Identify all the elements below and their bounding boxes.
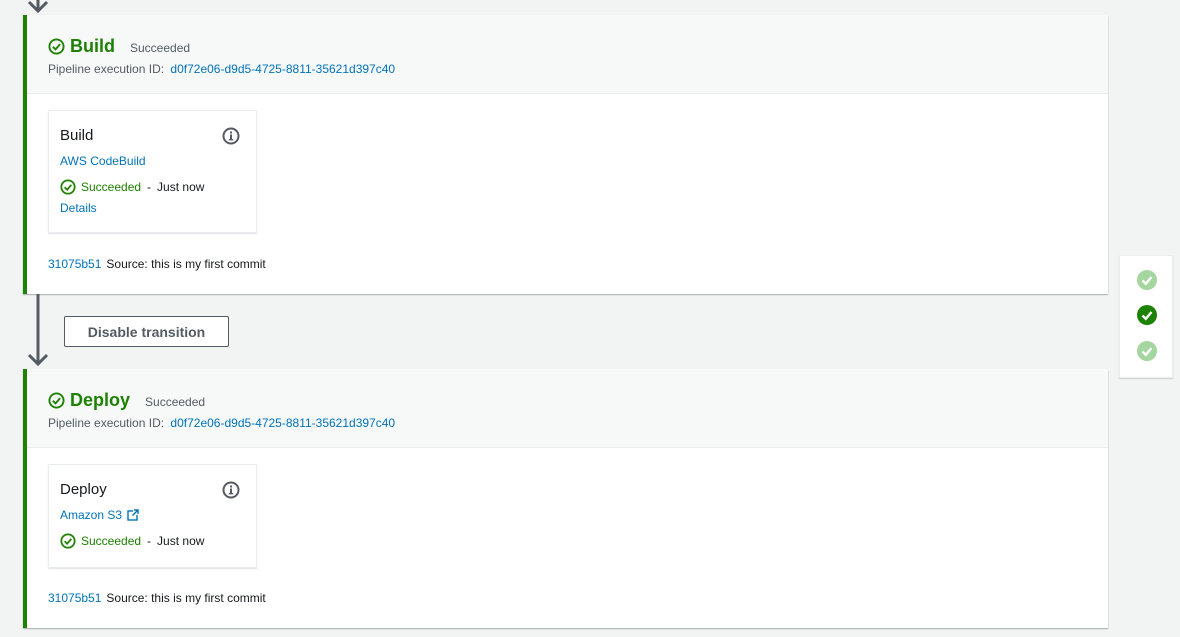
arrow-down-icon [27,0,49,14]
external-link-icon [127,509,140,521]
check-circle-icon[interactable] [1136,304,1158,326]
commit-row: 31075b51 Source: this is my first commit [48,257,266,271]
execution-id-label: Pipeline execution ID: [48,62,165,76]
stage-status: Succeeded [145,395,206,409]
stage-header: Build Succeeded Pipeline execution ID: d… [27,15,1108,94]
action-card-deploy: Deploy Amazon S3 Succeeded - Just now [48,464,257,568]
check-circle-icon[interactable] [1136,269,1158,291]
execution-id-row: Pipeline execution ID: d0f72e06-d9d5-472… [48,62,1108,76]
commit-message: Source: this is my first commit [106,591,266,605]
stage-header: Deploy Succeeded Pipeline execution ID: … [27,369,1108,448]
stage-status: Succeeded [130,41,191,55]
stage-title: Build [70,35,115,56]
provider-label: AWS CodeBuild [60,154,146,168]
details-link[interactable]: Details [60,201,256,215]
stage-title: Deploy [70,389,131,410]
check-circle-icon [60,533,76,549]
execution-id-label: Pipeline execution ID: [48,416,165,430]
action-status: Succeeded - Just now [60,179,256,195]
status-separator: - [147,534,152,548]
commit-id-link[interactable]: 31075b51 [48,257,101,271]
stage-deploy: Deploy Succeeded Pipeline execution ID: … [23,369,1108,628]
stage-minimap [1119,255,1173,378]
action-card-build: Build AWS CodeBuild Succeeded - Just now… [48,110,257,233]
execution-id-link[interactable]: d0f72e06-d9d5-4725-8811-35621d397c40 [170,62,395,76]
commit-id-link[interactable]: 31075b51 [48,591,101,605]
commit-message: Source: this is my first commit [106,257,266,271]
stage-build: Build Succeeded Pipeline execution ID: d… [23,15,1108,294]
action-status: Succeeded - Just now [60,533,256,549]
action-status-text: Succeeded [81,180,142,194]
action-status-text: Succeeded [81,534,142,548]
check-circle-icon [60,179,76,195]
info-icon[interactable] [222,481,240,499]
status-separator: - [147,180,152,194]
arrow-down-icon [27,294,49,367]
info-icon[interactable] [222,127,240,145]
disable-transition-button[interactable]: Disable transition [64,316,229,347]
check-circle-icon [48,391,65,409]
check-circle-icon [48,37,65,55]
commit-row: 31075b51 Source: this is my first commit [48,591,266,605]
provider-link[interactable]: Amazon S3 [60,508,256,522]
action-time: Just now [157,534,205,548]
execution-id-link[interactable]: d0f72e06-d9d5-4725-8811-35621d397c40 [170,416,395,430]
provider-link[interactable]: AWS CodeBuild [60,154,256,168]
execution-id-row: Pipeline execution ID: d0f72e06-d9d5-472… [48,416,1108,430]
action-time: Just now [157,180,205,194]
check-circle-icon[interactable] [1136,340,1158,362]
provider-label: Amazon S3 [60,508,123,522]
pipeline-view: Build Succeeded Pipeline execution ID: d… [0,0,1180,637]
